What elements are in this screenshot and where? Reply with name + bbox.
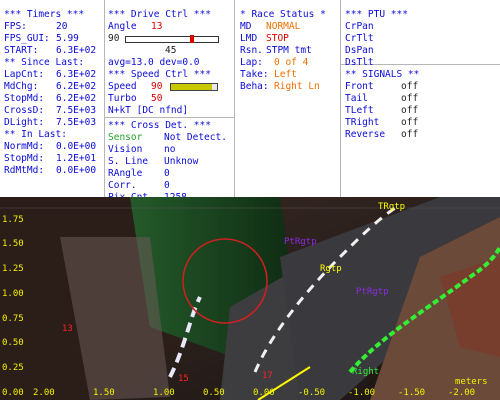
- marker-right: Right: [352, 367, 380, 377]
- timer-row: FPS_GUI: 5.99: [4, 33, 79, 44]
- axis-label-y: 1.75: [2, 215, 24, 225]
- drive-header: *** Drive Ctrl ***: [108, 9, 211, 20]
- timer-row: FPS: 20: [4, 21, 68, 32]
- marker-ptrgtp: PtRgtp: [284, 237, 317, 247]
- since-last-row: LapCnt: 6.3E+02: [4, 69, 97, 80]
- cross-header: *** Cross Det. ***: [108, 120, 211, 131]
- axis-label-x: 0.00: [253, 388, 275, 398]
- axis-label-x: -1.00: [348, 388, 376, 398]
- cross-row: Sensor Not Detect.: [108, 132, 227, 143]
- axis-label-y: 1.25: [2, 264, 24, 274]
- slider-mid-row: 45: [165, 45, 177, 56]
- axis-label-x: -1.50: [398, 388, 426, 398]
- signals-header: ** SIGNALS **: [345, 69, 420, 80]
- signal-row: Front off: [345, 81, 419, 92]
- divider: [104, 0, 105, 197]
- camera-scene: [0, 197, 500, 400]
- axis-label-y: 0.00: [2, 388, 24, 398]
- marker-trgtp: TRgtp: [378, 202, 406, 212]
- race-status-column: * Race Status * MD NORMAL LMD STOP Rsn. STP…: [240, 9, 338, 206]
- signal-row: Reverse off: [345, 129, 419, 140]
- axis-label-y: 0.75: [2, 314, 24, 324]
- since-last-row: DLight: 7.5E+03: [4, 117, 97, 128]
- telemetry-panel: *** Timers *** FPS: 20 FPS_GUI: 5.99 START…: [0, 0, 500, 203]
- marker-ptrgtp: PtRgtp: [356, 287, 389, 297]
- race-row: Rsn. STPM tmt: [240, 45, 312, 56]
- axis-label-x: 1.00: [153, 388, 175, 398]
- speed-bar-fill: [171, 84, 213, 90]
- race-row: Lap: 0 of 4: [240, 57, 309, 68]
- turbo-row: Turbo 50: [108, 93, 163, 104]
- axis-unit: meters: [455, 377, 488, 387]
- axis-label-x: -2.00: [448, 388, 476, 398]
- slider-min-label: 90: [108, 33, 120, 44]
- slider-knob[interactable]: [190, 35, 195, 43]
- race-row: Beha: Right Ln: [240, 81, 320, 92]
- marker-15: 15: [178, 374, 189, 384]
- angle-row: Angle 13: [108, 21, 163, 32]
- cross-row: S. Line Unknow: [108, 156, 199, 167]
- axis-label-x: 1.50: [93, 388, 115, 398]
- signal-row: TRight off: [345, 117, 419, 128]
- speed-header: *** Speed Ctrl ***: [108, 69, 211, 80]
- axis-label-y: 1.50: [2, 239, 24, 249]
- marker-17: 17: [262, 371, 273, 381]
- camera-view: 1.75 1.50 1.25 1.00 0.75 0.50 0.25 0.00 …: [0, 197, 500, 400]
- since-last-row: MdChg: 6.2E+02: [4, 81, 97, 92]
- cross-row: Vision no: [108, 144, 176, 155]
- axis-label-y: 0.50: [2, 338, 24, 348]
- ptu-item: DsPan: [345, 45, 374, 56]
- divider: [234, 0, 235, 197]
- marker-rgtp: Rgtp: [320, 264, 342, 274]
- ptu-header: *** PTU ***: [345, 9, 408, 20]
- since-last-header: ** Since Last:: [4, 57, 85, 68]
- divider: [340, 0, 341, 197]
- axis-label-y: 1.00: [2, 289, 24, 299]
- in-last-row: RdMtMd: 0.0E+00: [4, 165, 97, 176]
- cross-row: Corr. 0: [108, 180, 170, 191]
- axis-label-x: -0.50: [298, 388, 326, 398]
- timers-header: *** Timers ***: [4, 9, 85, 20]
- nkt-row: N+kT [DC nfnd]: [108, 105, 189, 116]
- axis-label-y: 0.25: [2, 363, 24, 373]
- race-header: * Race Status *: [240, 9, 326, 20]
- race-row: Take: Left: [240, 69, 297, 80]
- axis-label-x: 2.00: [33, 388, 55, 398]
- angle-slider-row: 90: [108, 33, 232, 45]
- timers-column: *** Timers *** FPS: 20 FPS_GUI: 5.99 START…: [4, 9, 102, 206]
- timer-row: START: 6.3E+02: [4, 45, 97, 56]
- ptu-item: CrPan: [345, 21, 374, 32]
- in-last-row: NormMd: 0.0E+00: [4, 141, 97, 152]
- signal-row: Tail off: [345, 93, 419, 104]
- axis-label-x: 0.50: [203, 388, 225, 398]
- avg-row: avg=13.0 dev=0.0: [108, 57, 200, 68]
- since-last-row: StopMd: 6.2E+02: [4, 93, 97, 104]
- signal-row: TLeft off: [345, 105, 419, 116]
- cross-row: RAngle 0: [108, 168, 170, 179]
- speed-row: Speed 90: [108, 81, 232, 93]
- ptu-item: DsTlt: [345, 57, 374, 68]
- ptu-item: CrTlt: [345, 33, 374, 44]
- in-last-header: ** In Last:: [4, 129, 67, 140]
- in-last-row: StopMd: 1.2E+01: [4, 153, 97, 164]
- since-last-row: CrossD: 7.5E+03: [4, 105, 97, 116]
- race-row: MD NORMAL: [240, 21, 301, 32]
- race-row: LMD STOP: [240, 33, 289, 44]
- marker-13: 13: [62, 324, 73, 334]
- angle-slider[interactable]: [125, 35, 219, 43]
- speed-bar: [170, 83, 218, 91]
